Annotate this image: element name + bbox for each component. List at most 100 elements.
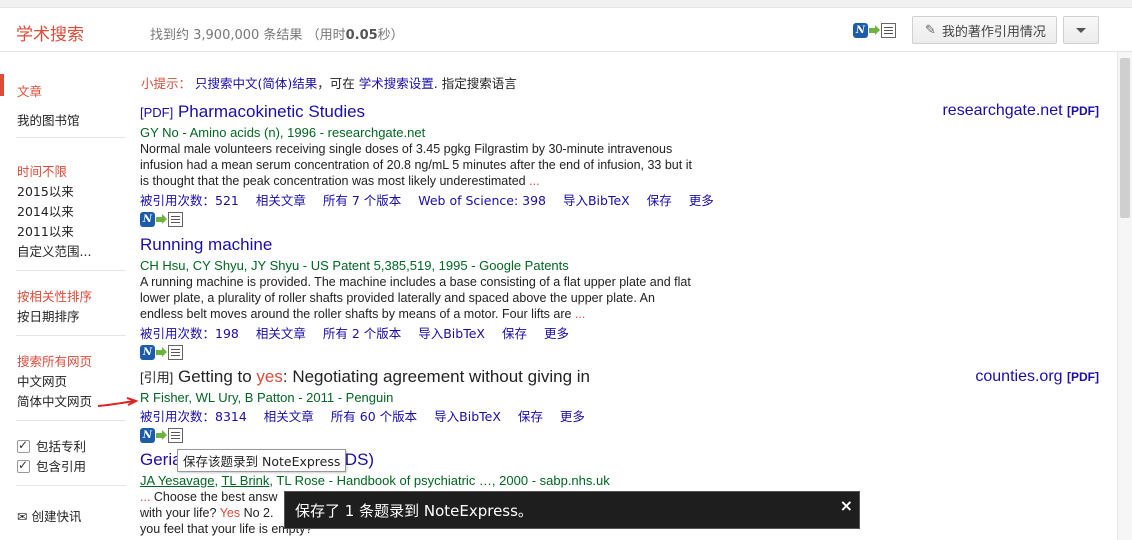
notification-message: 保存了 1 条题录到 NoteExpress。 — [295, 501, 533, 520]
import-arrow-icon[interactable] — [156, 214, 167, 225]
result-actions: 被引用次数：8314 相关文章 所有 60 个版本 导入BibTeX 保存 更多 — [140, 406, 700, 425]
import-arrow-icon[interactable] — [156, 347, 167, 358]
sidebar-item-sort-date[interactable]: 按日期排序 — [17, 306, 80, 325]
result-title-post: : Negotiating agreement without giving i… — [282, 367, 591, 386]
full-text-link[interactable]: counties.org [PDF] — [975, 368, 1099, 386]
import-bibtex-link[interactable]: 导入BibTeX — [434, 409, 501, 424]
sidebar-item-since-2011[interactable]: 2011以来 — [17, 221, 74, 240]
chinese-only-link[interactable]: 只搜索中文(简体)结果 — [195, 76, 317, 91]
more-link[interactable]: 更多 — [689, 193, 714, 208]
noteexpress-row: N — [140, 427, 700, 444]
sidebar-item-custom-range[interactable]: 自定义范围... — [17, 241, 91, 260]
snippet-text: A running machine is provided. The machi… — [140, 275, 691, 321]
save-link[interactable]: 保存 — [647, 193, 672, 208]
sidebar-item-all-languages[interactable]: 搜索所有网页 — [17, 351, 92, 370]
noteexpress-icon[interactable]: N — [140, 428, 155, 444]
web-of-science-link[interactable]: Web of Science: 398 — [418, 193, 546, 208]
author-link[interactable]: JA Yesavage — [140, 473, 214, 488]
list-icon[interactable] — [168, 212, 183, 228]
sidebar-item-chinese-pages[interactable]: 中文网页 — [17, 371, 67, 390]
language-tip: 小提示： 只搜索中文(简体)结果，可在 学术搜索设置. 指定搜索语言 — [141, 76, 517, 91]
include-citations-option[interactable]: 包含引用 — [17, 456, 86, 475]
full-text-type[interactable]: [PDF] — [1067, 104, 1099, 118]
full-text-source[interactable]: researchgate.net — [942, 102, 1062, 119]
more-link[interactable]: 更多 — [560, 409, 585, 424]
import-bibtex-link[interactable]: 导入BibTeX — [563, 193, 630, 208]
sidebar-item-articles[interactable]: 文章 — [17, 81, 42, 100]
noteexpress-toolbar[interactable]: N — [853, 23, 896, 38]
menu-dropdown-button[interactable] — [1063, 16, 1099, 44]
sidebar-item-since-2014[interactable]: 2014以来 — [17, 201, 74, 220]
save-link[interactable]: 保存 — [518, 409, 543, 424]
list-icon[interactable] — [168, 345, 183, 361]
result-type-tag: [PDF] — [140, 105, 174, 120]
include-patents-option[interactable]: 包括专利 — [17, 436, 86, 455]
snippet-line: No 2. — [243, 506, 274, 520]
create-alert-link[interactable]: ✉ 创建快讯 — [17, 506, 82, 525]
result-actions: 被引用次数：198 相关文章 所有 2 个版本 导入BibTeX 保存 更多 — [140, 323, 700, 342]
pencil-icon: ✎ — [925, 22, 936, 38]
related-articles-link[interactable]: 相关文章 — [264, 409, 314, 424]
author-link[interactable]: TL Brink — [221, 473, 269, 488]
full-text-link[interactable]: researchgate.net [PDF] — [942, 102, 1099, 120]
snippet-ellipsis[interactable]: ... — [575, 307, 585, 321]
result-count: 找到约 3,900,000 条结果 — [150, 28, 303, 43]
close-icon[interactable]: × — [840, 496, 853, 515]
result-title-highlight: yes — [256, 367, 283, 386]
annotation-arrow-icon — [97, 397, 139, 407]
result-title[interactable]: Running machine — [140, 235, 700, 255]
save-link[interactable]: 保存 — [502, 326, 527, 341]
import-arrow-icon[interactable] — [156, 430, 167, 441]
cited-by-link[interactable]: 被引用次数：521 — [140, 193, 239, 208]
search-result: [PDF] Pharmacokinetic Studies GY No - Am… — [140, 102, 714, 228]
cited-by-link[interactable]: 被引用次数：8314 — [140, 409, 247, 424]
list-icon[interactable] — [168, 428, 183, 444]
result-authors: JA Yesavage, TL Brink, TL Rose - Handboo… — [140, 473, 610, 488]
result-title[interactable]: [引用] Getting to yes: Negotiating agreeme… — [140, 367, 700, 387]
vertical-scrollbar[interactable] — [1117, 52, 1132, 540]
related-articles-link[interactable]: 相关文章 — [256, 326, 306, 341]
scrollbar-thumb[interactable] — [1120, 58, 1130, 218]
full-text-source[interactable]: counties.org — [975, 368, 1062, 385]
import-bibtex-link[interactable]: 导入BibTeX — [418, 326, 485, 341]
sidebar: 文章 我的图书馆 时间不限 2015以来 2014以来 2011以来 自定义范围… — [0, 52, 126, 540]
noteexpress-icon[interactable]: N — [140, 212, 155, 228]
sidebar-item-since-2015[interactable]: 2015以来 — [17, 181, 74, 200]
noteexpress-buttons[interactable]: N — [140, 212, 183, 228]
result-title[interactable]: [PDF] Pharmacokinetic Studies — [140, 102, 700, 122]
include-patents-checkbox[interactable] — [17, 438, 30, 453]
import-arrow-icon[interactable] — [869, 25, 880, 36]
search-time-value: 0.05 — [345, 28, 378, 43]
sidebar-divider — [16, 270, 126, 271]
sidebar-item-sort-relevance[interactable]: 按相关性排序 — [17, 286, 92, 305]
include-citations-checkbox[interactable] — [17, 458, 30, 473]
all-versions-link[interactable]: 所有 60 个版本 — [331, 409, 417, 424]
cited-by-link[interactable]: 被引用次数：198 — [140, 326, 239, 341]
noteexpress-buttons[interactable]: N — [140, 345, 183, 361]
noteexpress-icon[interactable]: N — [140, 345, 155, 361]
scholar-logo[interactable]: 学术搜索 — [16, 20, 84, 45]
list-icon[interactable] — [881, 23, 896, 38]
noteexpress-tooltip: 保存该题录到 NoteExpress — [177, 449, 347, 472]
scholar-settings-link[interactable]: 学术搜索设置 — [359, 76, 434, 91]
sidebar-item-simplified-chinese[interactable]: 简体中文网页 — [17, 391, 92, 410]
my-citations-button[interactable]: ✎ 我的著作引用情况 — [912, 16, 1057, 44]
result-title-text[interactable]: Pharmacokinetic Studies — [178, 102, 365, 121]
sidebar-divider — [16, 420, 126, 421]
sidebar-item-any-time[interactable]: 时间不限 — [17, 161, 67, 180]
all-versions-link[interactable]: 所有 7 个版本 — [323, 193, 401, 208]
noteexpress-icon[interactable]: N — [853, 23, 868, 38]
related-articles-link[interactable]: 相关文章 — [256, 193, 306, 208]
snippet-line: with your life? — [140, 506, 217, 520]
full-text-type[interactable]: [PDF] — [1067, 370, 1099, 384]
sidebar-item-my-library[interactable]: 我的图书馆 — [17, 110, 80, 129]
noteexpress-buttons[interactable]: N — [140, 428, 183, 444]
all-versions-link[interactable]: 所有 2 个版本 — [323, 326, 401, 341]
create-alert-label: 创建快讯 — [31, 509, 82, 524]
snippet-text: Normal male volunteers receiving single … — [140, 142, 692, 188]
snippet-highlight: Yes — [219, 506, 241, 520]
result-title-text[interactable]: Running machine — [140, 235, 272, 254]
more-link[interactable]: 更多 — [544, 326, 569, 341]
result-title-start[interactable]: Geria — [140, 450, 182, 469]
snippet-ellipsis[interactable]: ... — [529, 174, 539, 188]
